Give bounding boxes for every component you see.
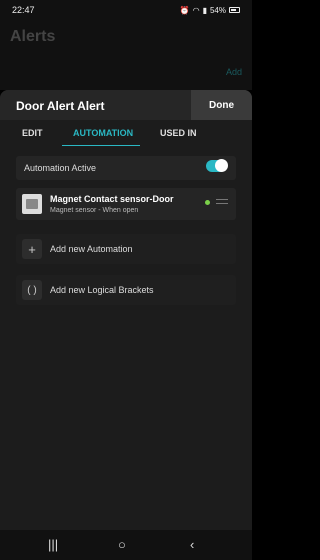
sensor-name: Magnet Contact sensor-Door	[50, 194, 174, 204]
battery-icon	[229, 7, 240, 13]
tab-automation[interactable]: AUTOMATION	[73, 128, 133, 138]
home-icon[interactable]: ○	[118, 537, 126, 552]
automation-active-toggle[interactable]	[206, 159, 228, 172]
alerts-page-background: Alerts Add	[0, 20, 252, 90]
drag-handle-icon[interactable]	[216, 199, 228, 205]
status-icons: ⏰ ◠ ▮ 54%	[180, 6, 240, 15]
plus-icon: +	[22, 239, 42, 259]
tab-bar: EDIT AUTOMATION USED IN	[0, 128, 252, 148]
automation-active-label: Automation Active	[24, 163, 97, 173]
add-brackets-label: Add new Logical Brackets	[50, 285, 154, 295]
sensor-thumbnail	[22, 194, 42, 214]
sensor-subtitle: Magnet sensor - When open	[50, 207, 139, 214]
sensor-row[interactable]: Magnet Contact sensor-Door Magnet sensor…	[16, 188, 236, 220]
tab-used-in[interactable]: USED IN	[160, 128, 197, 138]
alarm-icon: ⏰	[179, 5, 190, 15]
done-button[interactable]: Done	[191, 90, 252, 120]
status-bar: 22:47 ⏰ ◠ ▮ 54%	[0, 0, 252, 20]
tab-edit[interactable]: EDIT	[22, 128, 43, 138]
signal-icon: ▮	[202, 5, 207, 15]
add-automation-label: Add new Automation	[50, 244, 133, 254]
status-time: 22:47	[12, 5, 35, 15]
toggle-knob	[215, 159, 228, 172]
recents-icon[interactable]: |||	[48, 537, 58, 552]
back-icon[interactable]: ‹	[190, 537, 194, 552]
brackets-icon: ( )	[22, 280, 42, 300]
add-link[interactable]: Add	[226, 67, 242, 77]
sheet-header: Door Alert Alert Done	[0, 90, 252, 120]
active-tab-indicator	[62, 145, 140, 146]
automation-active-row: Automation Active	[16, 156, 236, 180]
wifi-icon: ◠	[192, 5, 200, 15]
add-brackets-row[interactable]: ( ) Add new Logical Brackets	[16, 275, 236, 305]
battery-percent: 54%	[209, 5, 226, 15]
system-nav-bar: ||| ○ ‹	[0, 530, 252, 560]
alert-editor-sheet: Door Alert Alert Done EDIT AUTOMATION US…	[0, 90, 252, 530]
page-title: Alerts	[10, 28, 56, 45]
sheet-title: Door Alert Alert	[16, 99, 105, 113]
add-automation-row[interactable]: + Add new Automation	[16, 234, 236, 264]
status-dot-icon	[205, 200, 210, 205]
